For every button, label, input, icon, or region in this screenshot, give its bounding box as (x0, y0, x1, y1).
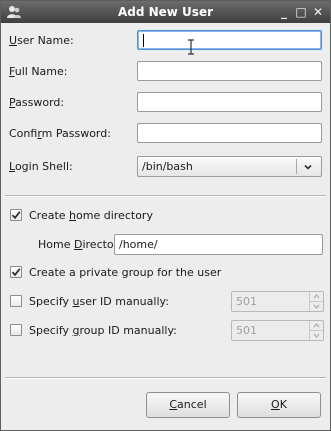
combo-separator (296, 159, 297, 174)
shell-label-text: ogin Shell: (14, 160, 73, 173)
gid-spinbutton[interactable]: 501 (231, 320, 324, 341)
uid-spin-buttons (309, 292, 323, 311)
maximize-button[interactable]: □ (293, 4, 309, 20)
ok-mnemonic: O (271, 398, 280, 411)
uid-label-rest: ser ID manually: (79, 295, 169, 308)
home-directory-input[interactable]: /home/ (114, 234, 323, 255)
section-divider (5, 195, 326, 197)
spin-down-arrow-icon[interactable] (310, 302, 323, 311)
cancel-label: ancel (177, 398, 207, 411)
gid-spin-buttons (309, 321, 323, 340)
uid-value: 501 (236, 295, 257, 308)
login-shell-value: /bin/bash (142, 160, 193, 173)
password-label: Password: (9, 96, 64, 109)
gid-label-rest: roup ID manually: (79, 324, 177, 337)
username-label-text: ser Name: (17, 34, 74, 47)
create-home-label[interactable]: Create home directory (29, 209, 153, 222)
fullname-input[interactable] (137, 61, 322, 81)
create-home-label-pre: Create (29, 209, 70, 222)
ok-label: K (279, 398, 287, 411)
login-shell-combo[interactable]: /bin/bash (137, 156, 322, 177)
checkmark-icon (11, 211, 21, 220)
username-mnemonic: U (9, 34, 18, 47)
mouse-ibeam-cursor-icon (188, 39, 194, 55)
confirm-label-rest: m Password: (41, 127, 111, 140)
minimize-button[interactable]: _ (276, 4, 292, 20)
cancel-button[interactable]: Cancel (146, 392, 230, 418)
gid-label-pre: Specify (29, 324, 73, 337)
fullname-label: Full Name: (9, 65, 67, 78)
password-label-text: assword: (15, 96, 65, 109)
private-group-label[interactable]: Create a private group for the user (29, 266, 221, 279)
chevron-down-icon[interactable] (302, 161, 314, 173)
confirm-label-pre: Confi (9, 127, 38, 140)
add-user-dialog: Add New User _ □ ✕ User Name: Full Name:… (0, 0, 331, 431)
spin-up-arrow-icon[interactable] (310, 321, 323, 331)
home-dir-label-pre: Home (38, 238, 74, 251)
password-input[interactable] (137, 92, 322, 112)
create-home-mnemonic: h (69, 209, 77, 222)
title-bar[interactable]: Add New User _ □ ✕ (1, 1, 330, 23)
username-input[interactable] (137, 30, 322, 50)
specify-gid-label[interactable]: Specify group ID manually: (29, 324, 177, 337)
text-caret (143, 34, 144, 47)
login-shell-label: Login Shell: (9, 160, 73, 173)
uid-spinbutton[interactable]: 501 (231, 291, 324, 312)
gid-value: 501 (236, 324, 257, 337)
private-group-checkbox[interactable] (10, 266, 22, 278)
button-area-divider (5, 377, 326, 379)
checkmark-icon (11, 268, 21, 277)
cancel-mnemonic: C (169, 398, 178, 411)
home-directory-value: /home/ (119, 238, 158, 251)
ok-button[interactable]: OK (237, 392, 321, 418)
specify-gid-checkbox[interactable] (10, 324, 22, 336)
specify-uid-checkbox[interactable] (10, 295, 22, 307)
gid-mnemonic: g (72, 324, 80, 337)
confirm-password-label: Confirm Password: (9, 127, 111, 140)
close-button[interactable]: ✕ (310, 4, 326, 20)
uid-label-pre: Specify (29, 295, 73, 308)
create-home-checkbox[interactable] (10, 209, 22, 221)
spin-down-arrow-icon[interactable] (310, 331, 323, 340)
create-home-label-rest: ome directory (76, 209, 153, 222)
username-label: User Name: (9, 34, 74, 47)
confirm-password-input[interactable] (137, 123, 322, 143)
uid-mnemonic: u (72, 295, 80, 308)
specify-uid-label[interactable]: Specify user ID manually: (29, 295, 169, 308)
fullname-label-text: ull Name: (14, 65, 68, 78)
spin-up-arrow-icon[interactable] (310, 292, 323, 302)
